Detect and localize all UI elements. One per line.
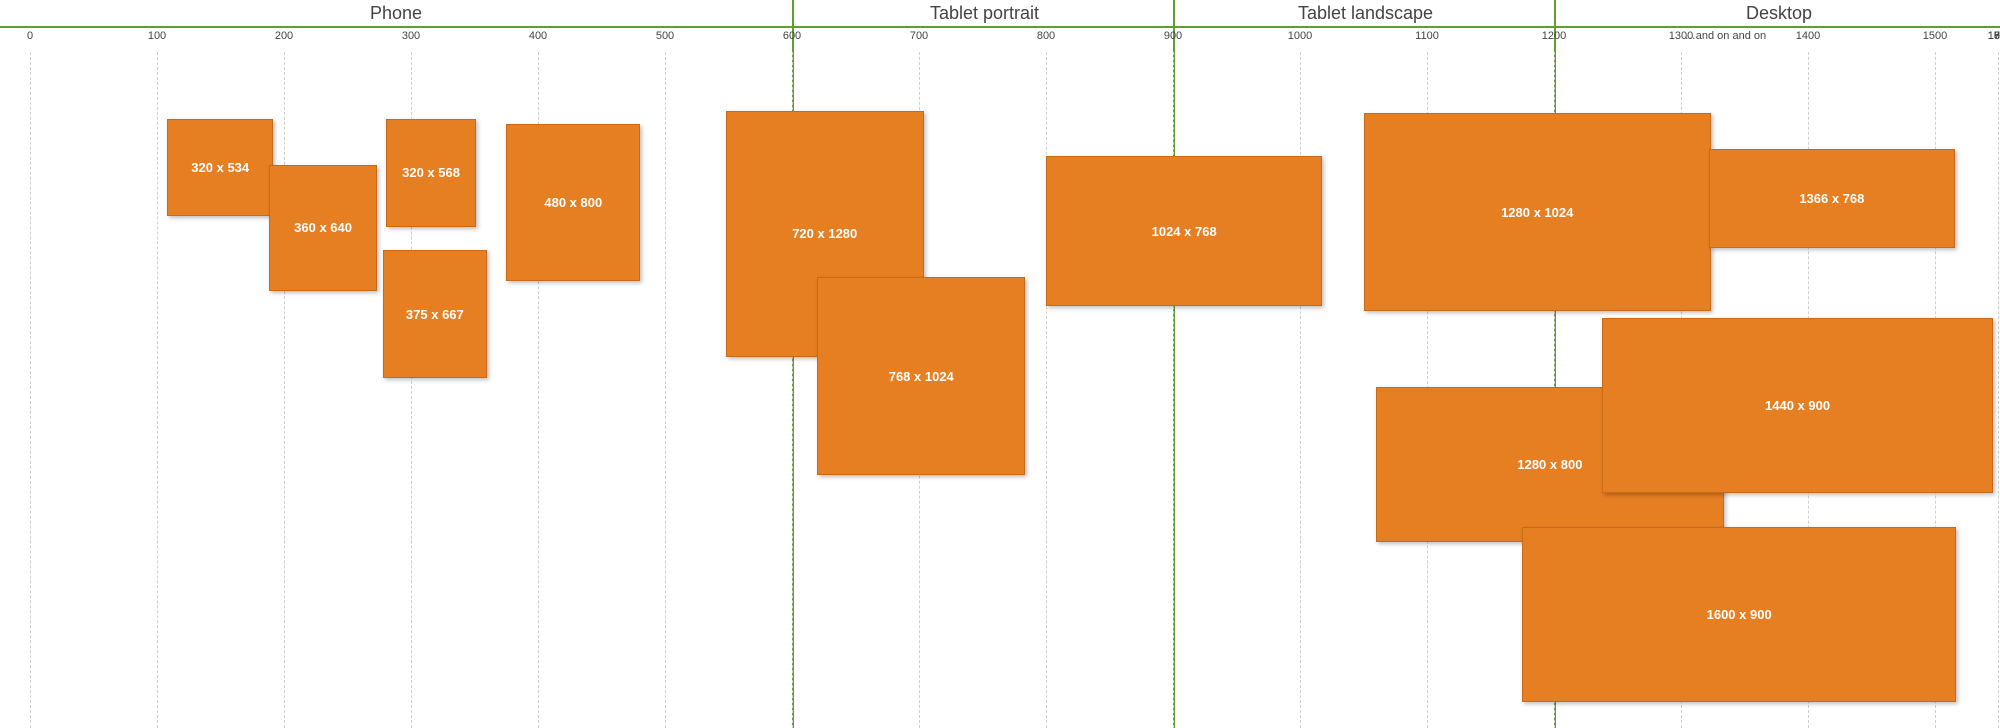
ruler-tick-1000: 1000 <box>1288 30 1312 42</box>
device-1440x900: 1440 x 900 <box>1602 318 1993 493</box>
device-480x800: 480 x 800 <box>506 124 640 281</box>
device-label: 1280 x 800 <box>1517 457 1582 472</box>
ruler-tick-1400: 1400 <box>1796 30 1820 42</box>
device-360x640: 360 x 640 <box>269 165 378 291</box>
device-label: 375 x 667 <box>406 307 464 322</box>
ruler-tick-600: 600 <box>783 30 801 42</box>
device-label: 480 x 800 <box>544 195 602 210</box>
ruler-tick-100: 100 <box>148 30 166 42</box>
ruler-tick-200: 200 <box>275 30 293 42</box>
gridline-0 <box>30 52 31 728</box>
device-label: 1440 x 900 <box>1765 398 1830 413</box>
device-label: 768 x 1024 <box>889 369 954 384</box>
ruler-tick-500: 500 <box>656 30 674 42</box>
device-768x1024: 768 x 1024 <box>817 277 1025 475</box>
gridline-overflow <box>1998 52 1999 728</box>
device-1366x768: 1366 x 768 <box>1709 149 1955 248</box>
gridline-800 <box>1046 52 1047 728</box>
device-label: 1366 x 768 <box>1799 191 1864 206</box>
category-header-row: PhoneTablet portraitTablet landscapeDesk… <box>0 0 2000 28</box>
device-1024x768: 1024 x 768 <box>1046 156 1322 306</box>
ruler-tick-0: 0 <box>27 30 33 42</box>
device-320x568: 320 x 568 <box>386 119 477 227</box>
device-label: 720 x 1280 <box>792 226 857 241</box>
device-label: 320 x 568 <box>402 165 460 180</box>
gridline-100 <box>157 52 158 728</box>
category-phone: Phone <box>0 0 792 26</box>
breakpoint-diagram: PhoneTablet portraitTablet landscapeDesk… <box>0 0 2000 728</box>
device-label: 320 x 534 <box>191 160 249 175</box>
device-label: 1024 x 768 <box>1152 224 1217 239</box>
category-tablet-landscape: Tablet landscape <box>1173 0 1556 26</box>
ruler-tick-400: 400 <box>529 30 547 42</box>
device-label: 360 x 640 <box>294 220 352 235</box>
category-desktop: Desktop <box>1554 0 2000 26</box>
ruler-tick-1200: 1200 <box>1542 30 1566 42</box>
device-320x534: 320 x 534 <box>167 119 273 216</box>
category-tablet-portrait: Tablet portrait <box>792 0 1175 26</box>
gridline-200 <box>284 52 285 728</box>
device-1600x900: 1600 x 900 <box>1522 527 1956 702</box>
ruler-tick-900: 900 <box>1164 30 1182 42</box>
ruler-tick-300: 300 <box>402 30 420 42</box>
gridline-900 <box>1173 52 1174 728</box>
ruler-tick-1500: 1500 <box>1923 30 1947 42</box>
ruler-tick-1900: 1900 <box>1988 30 2000 42</box>
ruler-tick-700: 700 <box>910 30 928 42</box>
ruler-tick-800: 800 <box>1037 30 1055 42</box>
gridline-1000 <box>1300 52 1301 728</box>
device-label: 1280 x 1024 <box>1501 205 1573 220</box>
ruler-tick-1100: 1100 <box>1415 30 1439 42</box>
device-1280x1024: 1280 x 1024 <box>1364 113 1711 311</box>
device-375x667: 375 x 667 <box>383 250 487 378</box>
ruler-overflow-label: …and on and on <box>1685 30 1766 42</box>
device-label: 1600 x 900 <box>1707 607 1772 622</box>
gridline-500 <box>665 52 666 728</box>
